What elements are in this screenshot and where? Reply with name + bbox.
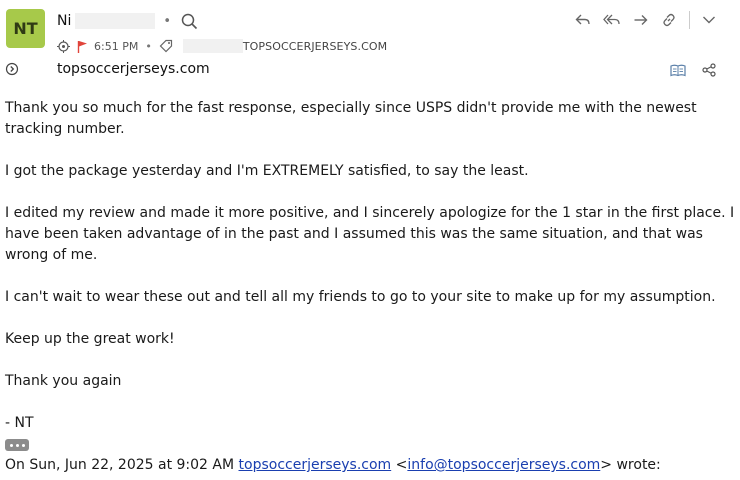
message-actions [575, 11, 716, 29]
quote-prefix: On Sun, Jun 22, 2025 at 9:02 AM [5, 457, 239, 473]
separator-dot: • [163, 13, 172, 29]
reply-icon[interactable] [575, 13, 591, 27]
subject: topsoccerjerseys.com [57, 61, 210, 77]
body-paragraph: I can't wait to wear these out and tell … [5, 289, 716, 305]
quote-attribution: On Sun, Jun 22, 2025 at 9:02 AM topsocce… [5, 455, 735, 476]
body-paragraph: Thank you so much for the fast response,… [5, 100, 697, 137]
body-paragraph: Keep up the great work! [5, 331, 175, 347]
body-paragraph: I got the package yesterday and I'm EXTR… [5, 163, 529, 179]
redacted-email [182, 39, 243, 53]
share-icon[interactable] [702, 63, 716, 77]
sender-name[interactable]: Ni [57, 13, 71, 29]
tag-icon[interactable] [159, 39, 173, 53]
reply-all-icon[interactable] [603, 13, 621, 27]
message-tools [670, 63, 716, 77]
signature: - NT [5, 415, 34, 431]
sender-line: Ni • [57, 11, 198, 31]
search-icon[interactable] [181, 13, 198, 30]
body-paragraph: I edited my review and made it more posi… [5, 205, 735, 263]
quote-email-link[interactable]: info@topsoccerjerseys.com [407, 457, 600, 473]
message-body: Thank you so much for the fast response,… [5, 98, 735, 480]
redacted-name [75, 13, 156, 29]
avatar[interactable]: NT [6, 9, 45, 48]
expand-icon[interactable] [5, 62, 19, 76]
separator-dot: • [145, 39, 152, 53]
target-icon[interactable] [57, 39, 70, 53]
meta-line: 6:51 PM • TOPSOCCERJERSEYS.COM [57, 37, 387, 55]
quote-sender-link[interactable]: topsoccerjerseys.com [239, 457, 392, 473]
reader-icon[interactable] [670, 64, 686, 77]
body-paragraph: Thank you again [5, 373, 122, 389]
chevron-down-icon[interactable] [702, 15, 716, 25]
show-trimmed-content-button[interactable] [5, 439, 29, 451]
flag-icon[interactable] [77, 40, 88, 53]
sender-domain: TOPSOCCERJERSEYS.COM [242, 39, 388, 53]
forward-icon[interactable] [633, 13, 649, 27]
quote-suffix: > wrote: [600, 457, 661, 473]
avatar-initials: NT [13, 19, 38, 38]
sent-time: 6:51 PM [94, 39, 139, 53]
quote-bracket-open: < [391, 457, 408, 473]
divider [689, 11, 690, 29]
link-icon[interactable] [661, 12, 677, 28]
